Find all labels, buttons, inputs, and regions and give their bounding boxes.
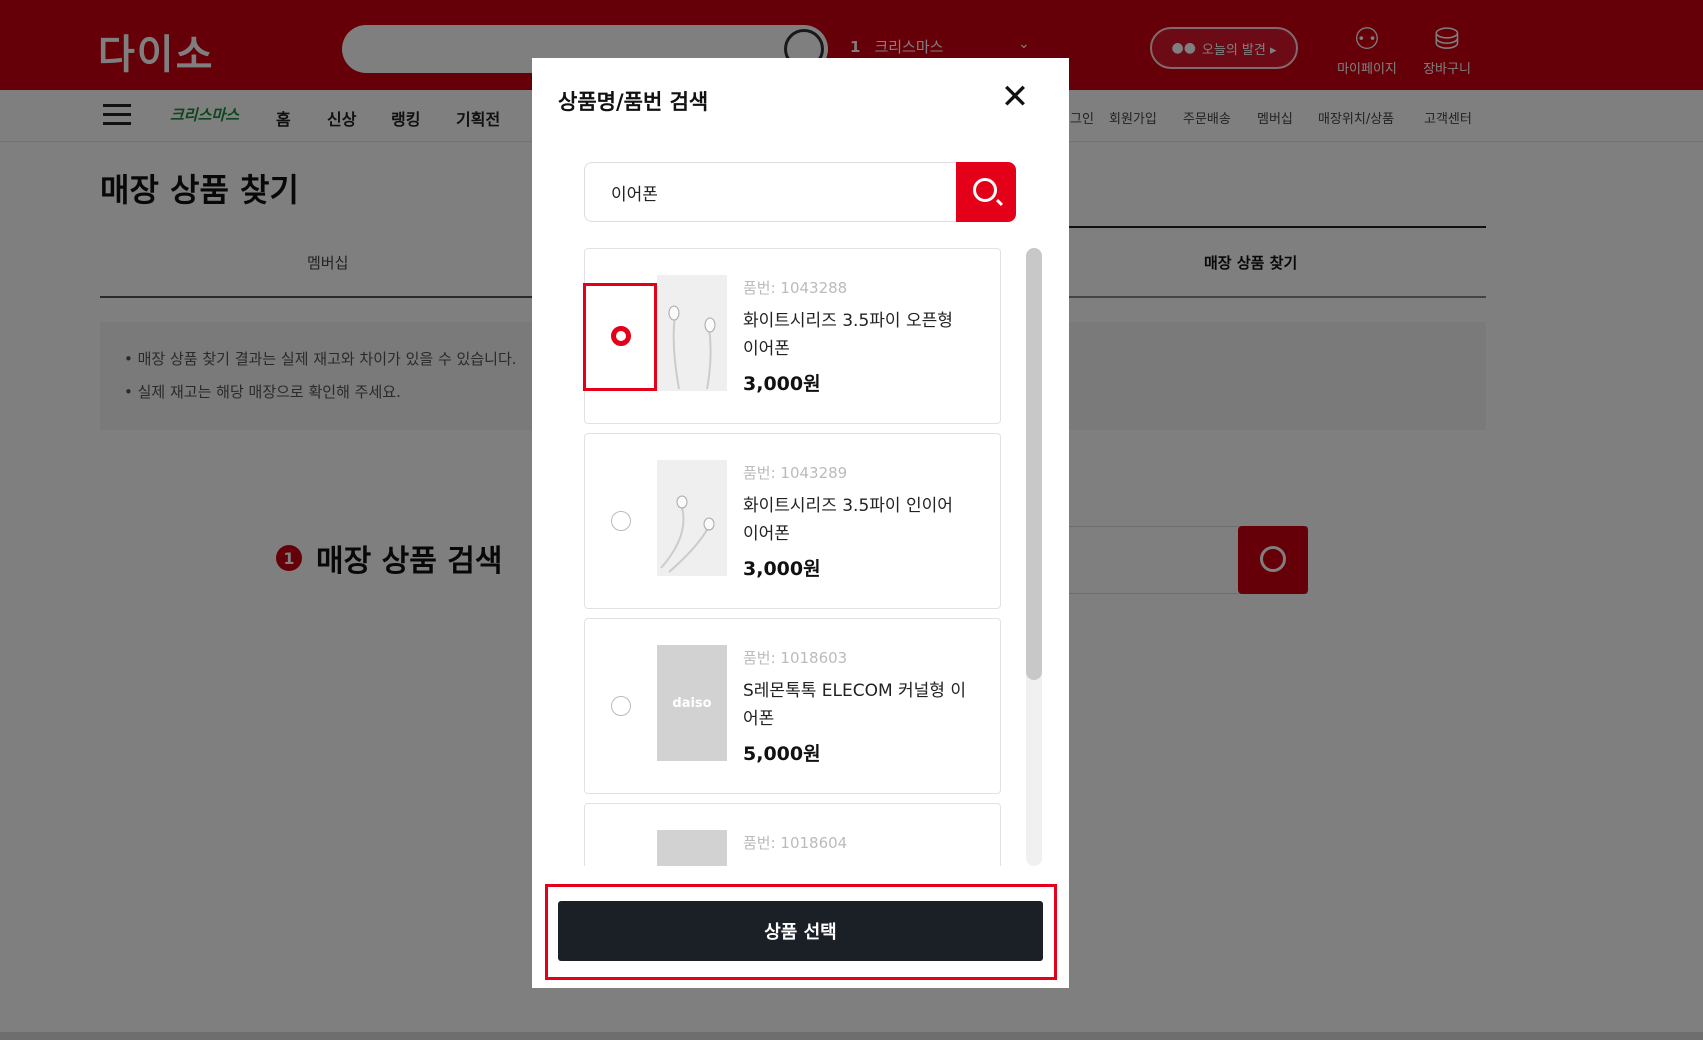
earphone-image bbox=[668, 305, 716, 390]
list-scrollbar-thumb[interactable] bbox=[1026, 248, 1042, 680]
product-card[interactable]: daiso 품번: 1018603 S레몬톡톡 ELECOM 커널형 이어폰 5… bbox=[584, 618, 1001, 794]
product-card[interactable]: 품번: 1043289 화이트시리즈 3.5파이 인이어 이어폰 3,000원 bbox=[584, 433, 1001, 609]
product-name: 화이트시리즈 3.5파이 오픈형 이어폰 bbox=[743, 311, 953, 359]
modal-title: 상품명/품번 검색 bbox=[558, 90, 709, 114]
product-radio[interactable] bbox=[611, 511, 631, 531]
earphone-image bbox=[660, 495, 715, 573]
product-price: 3,000원 bbox=[743, 373, 821, 395]
product-card[interactable]: 품번: 1018604 bbox=[584, 803, 1001, 866]
product-name: 화이트시리즈 3.5파이 인이어 이어폰 bbox=[743, 496, 953, 544]
modal-search-button[interactable] bbox=[956, 162, 1016, 222]
search-icon bbox=[973, 178, 997, 202]
product-price: 3,000원 bbox=[743, 558, 821, 580]
product-code: 품번: 1043288 bbox=[743, 279, 848, 297]
close-icon[interactable]: ✕ bbox=[998, 80, 1032, 114]
product-thumbnail-placeholder bbox=[657, 830, 727, 866]
highlight-radio bbox=[583, 283, 657, 391]
product-thumbnail-placeholder: daiso bbox=[657, 645, 727, 761]
product-code: 품번: 1018603 bbox=[743, 649, 848, 667]
product-thumbnail bbox=[657, 275, 727, 391]
product-search-modal: 상품명/품번 검색 ✕ 품번: 1043288 화이트시리즈 3.5파이 오픈형… bbox=[532, 58, 1069, 988]
product-name: S레몬톡톡 ELECOM 커널형 이어폰 bbox=[743, 681, 966, 729]
product-price: 5,000원 bbox=[743, 743, 821, 765]
product-thumbnail bbox=[657, 460, 727, 576]
product-code: 품번: 1018604 bbox=[743, 834, 848, 852]
product-code: 품번: 1043289 bbox=[743, 464, 848, 482]
highlight-select-button bbox=[545, 884, 1057, 980]
product-radio[interactable] bbox=[611, 696, 631, 716]
modal-search-input[interactable] bbox=[584, 162, 956, 222]
